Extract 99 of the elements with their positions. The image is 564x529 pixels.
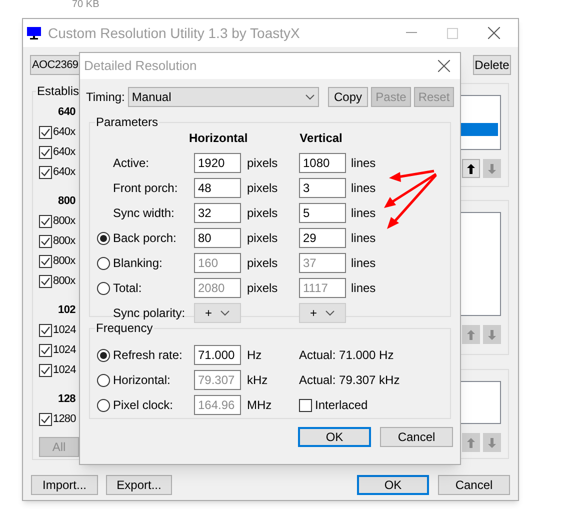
unit-label: lines: [351, 280, 376, 297]
group-title: Frequency: [95, 320, 154, 337]
input-field[interactable]: 1080: [299, 153, 346, 173]
checkbox[interactable]: [39, 274, 52, 288]
checkbox[interactable]: [39, 364, 52, 376]
unit-label: lines: [351, 180, 376, 197]
button[interactable]: OK: [357, 475, 429, 495]
field-label: Back porch:: [113, 230, 176, 247]
up-arrow-button[interactable]: [462, 159, 480, 178]
button[interactable]: Copy: [328, 87, 368, 107]
unit-label: pixels: [247, 256, 278, 270]
checkbox-label: 800x: [53, 214, 76, 229]
up-arrow-icon: [467, 438, 475, 448]
input-field[interactable]: 1920: [194, 153, 241, 173]
checkbox-label: Interlaced: [315, 397, 368, 414]
chevron-down-icon: [305, 94, 315, 100]
input-field[interactable]: 5: [299, 203, 346, 223]
unit-label: lines: [351, 255, 376, 272]
checkbox[interactable]: [39, 166, 52, 178]
checkbox-label: 640x: [53, 124, 76, 140]
checkbox-label: 800x: [53, 274, 76, 289]
button[interactable]: Cancel: [438, 475, 510, 495]
chevron-down-icon: [325, 310, 335, 316]
field-label: Pixel clock:: [113, 397, 174, 414]
checkbox[interactable]: [39, 412, 52, 426]
section-heading: 640: [58, 104, 76, 120]
group-title: Establis: [36, 83, 80, 100]
section-heading: 800: [58, 194, 76, 209]
field-label: Horizontal:: [113, 372, 170, 389]
checkbox-label: 1024: [53, 362, 76, 378]
minimize-icon[interactable]: [406, 32, 417, 34]
checkbox[interactable]: [39, 126, 52, 138]
checkbox[interactable]: [39, 324, 52, 336]
checkbox-label: 800x: [53, 254, 76, 269]
actual-value: Actual: 71.000 Hz: [299, 347, 394, 364]
timing-dropdown[interactable]: Manual: [128, 87, 319, 107]
unit-label: lines: [351, 230, 376, 247]
checkbox[interactable]: [39, 146, 52, 158]
window-title: Custom Resolution Utility 1.3 by ToastyX: [48, 24, 300, 43]
unit-label: pixels: [247, 156, 278, 170]
unit-label: kHz: [247, 373, 268, 387]
dialog-title: Detailed Resolution: [84, 57, 197, 76]
close-icon[interactable]: [488, 27, 500, 39]
checkbox-label: 1024: [53, 342, 76, 358]
section-heading: 102: [58, 302, 76, 318]
close-icon[interactable]: [438, 60, 450, 72]
unit-label: lines: [351, 155, 376, 172]
monitor-icon: [27, 26, 41, 40]
checkbox-label: 1024: [53, 322, 76, 338]
checkbox-label: 640x: [53, 144, 76, 160]
column-heading: Vertical: [300, 130, 342, 147]
checkbox-label: 800x: [53, 234, 76, 249]
button[interactable]: Cancel: [380, 427, 453, 447]
chevron-down-icon: [220, 310, 230, 316]
radio-button[interactable]: [97, 232, 110, 244]
field-label: Refresh rate:: [113, 347, 182, 364]
actual-value: Actual: 79.307 kHz: [299, 372, 400, 389]
polarity-dropdown[interactable]: +: [299, 303, 346, 323]
checkbox-label: 640x: [53, 164, 76, 180]
input-field[interactable]: 80: [194, 228, 241, 248]
unit-label: pixels: [247, 281, 278, 295]
checkbox[interactable]: [39, 344, 52, 356]
group-title: Parameters: [95, 114, 160, 131]
field-label: Total:: [113, 280, 142, 297]
button[interactable]: Export...: [106, 475, 172, 495]
down-arrow-icon: [488, 438, 496, 448]
unit-label: pixels: [247, 181, 278, 195]
input-field[interactable]: 29: [299, 228, 346, 248]
input-field[interactable]: 32: [194, 203, 241, 223]
checkbox[interactable]: [39, 234, 52, 248]
button[interactable]: Delete: [473, 55, 511, 75]
unit-label: pixels: [247, 206, 278, 220]
field-label: Blanking:: [113, 255, 162, 272]
down-arrow-icon: [488, 164, 496, 174]
unit-label: pixels: [247, 231, 278, 245]
timing-label: Timing:: [86, 89, 125, 106]
unit-label: MHz: [247, 398, 272, 412]
field-label: Sync width:: [113, 205, 174, 222]
field-label: Sync polarity:: [113, 305, 186, 322]
input-field[interactable]: 48: [194, 178, 241, 198]
button[interactable]: OK: [298, 427, 371, 447]
input-field[interactable]: 71.000: [194, 345, 241, 365]
field-label: Active:: [113, 155, 150, 172]
background-text: 70 KB: [72, 0, 100, 10]
polarity-dropdown[interactable]: +: [194, 303, 241, 323]
column-heading: Horizontal: [189, 130, 248, 147]
checkbox[interactable]: [39, 254, 52, 268]
radio-button[interactable]: [97, 348, 110, 362]
button[interactable]: Import...: [31, 475, 98, 495]
up-arrow-icon: [467, 164, 475, 174]
checkbox[interactable]: [39, 214, 52, 228]
field-label: Front porch:: [113, 180, 178, 197]
unit-label: lines: [351, 205, 376, 222]
unit-label: Hz: [247, 348, 262, 362]
up-arrow-icon: [467, 330, 475, 340]
checkbox-label: 1280: [53, 412, 76, 427]
down-arrow-icon: [488, 330, 496, 340]
section-heading: 128: [58, 392, 76, 407]
input-field[interactable]: 3: [299, 178, 346, 198]
